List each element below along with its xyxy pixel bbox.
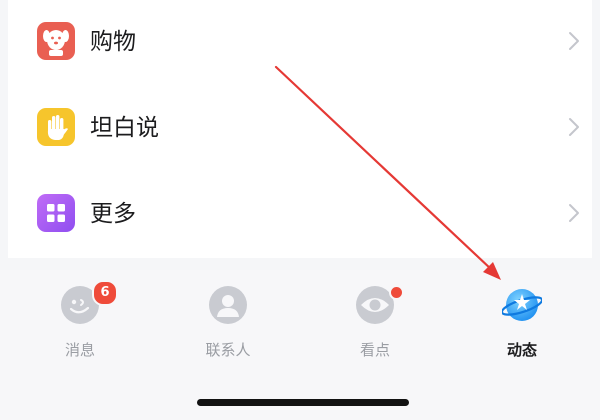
chevron-right-icon [569, 118, 579, 136]
tab-label: 联系人 [205, 341, 251, 359]
home-indicator [197, 399, 409, 406]
notification-dot [389, 285, 404, 300]
tab-messages[interactable]: 6 消息 [30, 280, 130, 360]
menu-item-label: 更多 [90, 201, 136, 227]
tab-watch[interactable]: 看点 [325, 280, 425, 360]
tab-contacts[interactable]: 联系人 [178, 280, 278, 360]
menu-item-more[interactable]: 更多 [8, 172, 592, 258]
grid-icon [37, 194, 75, 232]
planet-star-icon [502, 289, 542, 321]
menu-item-label: 购物 [90, 29, 136, 55]
chevron-right-icon [569, 204, 579, 222]
menu-list: 购物 坦白说 更多 [8, 0, 592, 258]
bottom-tab-bar: 6 消息 联系人 看点 动态 [0, 270, 600, 420]
contacts-icon [209, 286, 247, 324]
menu-item-tanbai[interactable]: 坦白说 [8, 86, 592, 172]
menu-item-label: 坦白说 [90, 115, 159, 141]
tab-label: 看点 [359, 341, 390, 359]
menu-item-shopping[interactable]: 购物 [8, 0, 592, 86]
tab-label: 消息 [64, 341, 95, 359]
tab-moments[interactable]: 动态 [472, 280, 572, 360]
chevron-right-icon [569, 32, 579, 50]
hand-icon [37, 108, 75, 146]
unread-count-badge: 6 [92, 280, 118, 306]
tab-label: 动态 [506, 341, 537, 359]
shopping-dog-icon [37, 22, 75, 60]
